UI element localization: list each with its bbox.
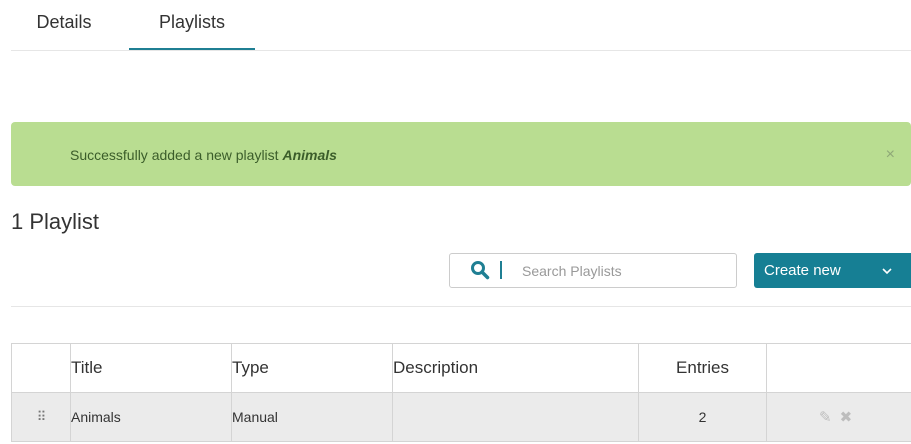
column-header-entries[interactable]: Entries [638,343,767,393]
pencil-icon[interactable]: ✎ [819,408,832,426]
alert-message: Successfully added a new playlist Animal… [70,122,337,188]
column-header-actions [766,343,911,393]
table-header-row: Title Type Description Entries [11,343,911,393]
divider [11,306,911,307]
create-new-button[interactable]: Create new [754,253,911,288]
tab-playlists[interactable]: Playlists [129,0,255,50]
drag-handle-icon[interactable]: ⠿ [11,392,71,442]
search-box [449,253,737,288]
chevron-down-icon [882,253,892,289]
alert-playlist-name: Animals [282,147,337,163]
tab-details[interactable]: Details [25,0,103,48]
playlists-table: Title Type Description Entries ⠿ Animals… [11,343,911,442]
cell-title: Animals [70,392,232,442]
search-icon[interactable] [470,260,490,280]
search-cursor-separator [500,261,502,279]
alert-message-prefix: Successfully added a new playlist [70,147,283,163]
cell-actions: ✎ ✖ [766,392,911,442]
tab-bar: Details Playlists [11,0,911,51]
search-input[interactable] [522,254,722,287]
table-row[interactable]: ⠿ Animals Manual 2 ✎ ✖ [11,392,911,442]
column-header-drag [11,343,71,393]
x-icon[interactable]: ✖ [840,408,853,426]
create-new-label: Create new [764,262,841,279]
column-header-title[interactable]: Title [70,343,232,393]
column-header-type[interactable]: Type [231,343,393,393]
page-title: 1 Playlist [11,209,100,234]
cell-type: Manual [231,392,393,442]
close-icon[interactable]: × [886,122,895,188]
cell-entries: 2 [638,392,767,442]
column-header-description[interactable]: Description [392,343,639,393]
cell-description [392,392,639,442]
success-alert: Successfully added a new playlist Animal… [11,122,911,186]
